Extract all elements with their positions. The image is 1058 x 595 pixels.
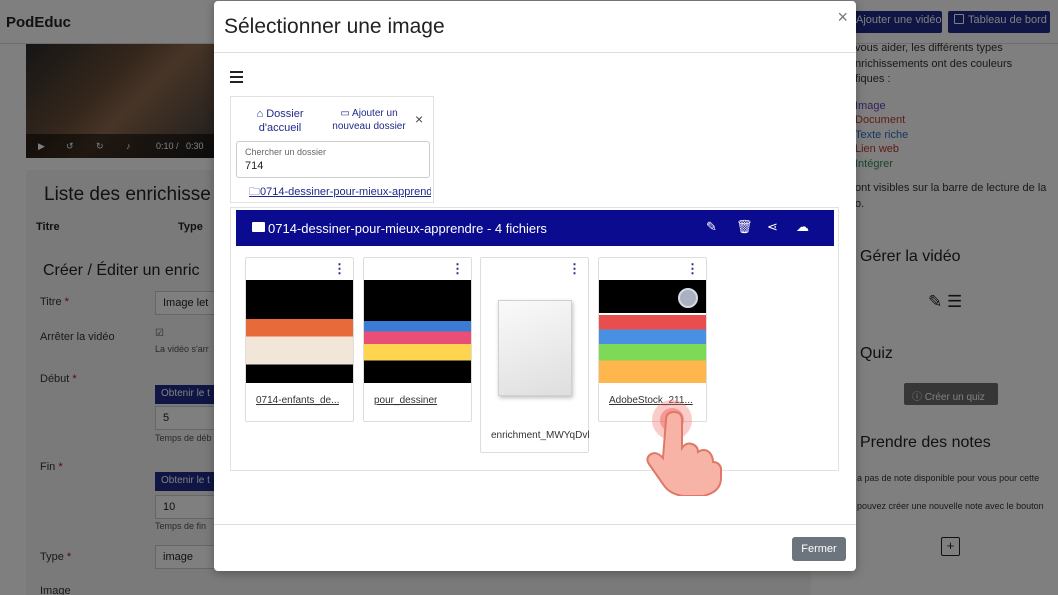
files-panel: 0714-dessiner-pour-mieux-apprendre - 4 f…	[230, 207, 839, 471]
delete-folder-icon[interactable]: 🗑	[736, 219, 753, 235]
modal-header: Sélectionner une image ×	[214, 1, 856, 53]
folder-search-placeholder: Chercher un dossier	[245, 147, 327, 157]
card-menu-icon[interactable]: ⋮	[333, 261, 346, 277]
file-card[interactable]: ⋮ enrichment_MWYqDvl	[480, 257, 590, 453]
folder-plus-icon: ▭	[340, 108, 353, 119]
folder-icon	[252, 222, 265, 232]
home-folder-label: Dossier d'accueil	[258, 108, 304, 134]
tap-hand-icon	[646, 400, 722, 496]
folder-navigation-panel: ⌂ Dossier d'accueil ▭ Ajouter un nouveau…	[230, 96, 434, 203]
file-name[interactable]: pour_dessiner	[374, 395, 437, 406]
upload-icon[interactable]: ☁	[796, 219, 809, 235]
file-thumbnail[interactable]	[364, 280, 471, 383]
clear-search-icon[interactable]: ×	[415, 111, 423, 127]
file-card[interactable]: ⋮ 0714-enfants_de...	[245, 257, 354, 422]
folder-header-title: 0714-dessiner-pour-mieux-apprendre - 4 f…	[268, 221, 547, 236]
file-name[interactable]: 0714-enfants_de...	[256, 395, 339, 406]
close-modal-button[interactable]: Fermer	[792, 537, 846, 561]
select-image-modal: Sélectionner une image × ⌂ Dossier d'acc…	[214, 1, 856, 571]
folder-header-bar: 0714-dessiner-pour-mieux-apprendre - 4 f…	[236, 210, 834, 246]
document-icon	[498, 300, 572, 396]
folder-icon: 🗀	[249, 186, 260, 198]
file-card[interactable]: ⋮ pour_dessiner	[363, 257, 472, 422]
home-folder-button[interactable]: ⌂ Dossier d'accueil	[249, 107, 311, 135]
home-icon: ⌂	[256, 108, 267, 120]
file-thumbnail[interactable]	[481, 280, 588, 420]
file-thumbnail[interactable]	[599, 280, 706, 383]
modal-title: Sélectionner une image	[224, 15, 445, 38]
select-badge-icon[interactable]	[678, 288, 698, 308]
modal-footer: Fermer	[214, 524, 856, 571]
folder-result-label: 0714-dessiner-pour-mieux-apprendre	[260, 186, 431, 198]
folder-search-value: 714	[245, 160, 264, 172]
card-menu-icon[interactable]: ⋮	[686, 261, 699, 277]
rename-folder-icon[interactable]: ✎	[706, 219, 717, 235]
file-thumbnail[interactable]	[246, 280, 353, 383]
folder-search-input[interactable]: Chercher un dossier 714	[236, 141, 430, 178]
card-menu-icon[interactable]: ⋮	[451, 261, 464, 277]
add-folder-button[interactable]: ▭ Ajouter un nouveau dossier	[329, 107, 409, 133]
hamburger-menu-icon[interactable]	[230, 71, 243, 86]
folder-result-link[interactable]: 🗀0714-dessiner-pour-mieux-apprendre	[249, 183, 431, 202]
modal-close-icon[interactable]: ×	[837, 7, 848, 28]
share-folder-icon[interactable]: ⋖	[767, 219, 778, 235]
file-name[interactable]: enrichment_MWYqDvl	[491, 430, 590, 441]
card-menu-icon[interactable]: ⋮	[568, 261, 581, 277]
